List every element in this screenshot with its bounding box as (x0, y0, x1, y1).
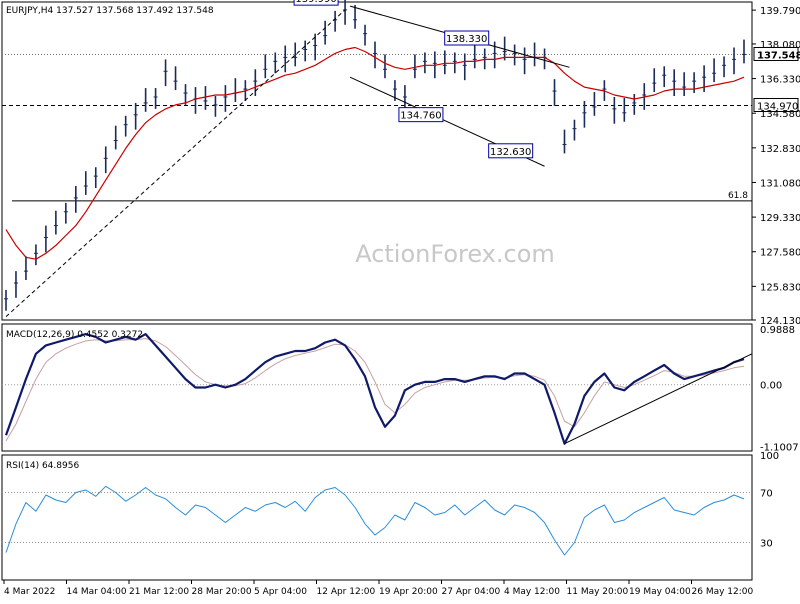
callout-label: 132.630 (490, 147, 531, 158)
chart-svg: ActionForex.com 134.970137.548139.990138… (0, 0, 800, 600)
callout-label: 138.330 (446, 34, 487, 45)
x-tick-label: 27 Apr 04:00 (442, 587, 501, 597)
x-tick-label: 26 May 12:00 (692, 587, 754, 597)
current-price-label: 137.548 (757, 50, 800, 61)
rsi-ytick-label: 100 (760, 451, 779, 462)
x-tick-label: 14 Mar 04:00 (67, 587, 127, 597)
x-tick-label: 19 Apr 20:00 (379, 587, 438, 597)
fib-618-label: 61.8 (728, 191, 748, 201)
macd-title: MACD(12,26,9) 0.4552 0.3272 (6, 330, 143, 340)
x-tick-label: 28 Mar 20:00 (192, 587, 252, 597)
watermark-text: ActionForex.com (355, 240, 555, 268)
price-ytick-label: 125.830 (760, 282, 800, 293)
rsi-ytick-label: 70 (760, 489, 773, 500)
price-ytick-label: 134.580 (760, 109, 800, 120)
chart-root: ActionForex.com 134.970137.548139.990138… (0, 0, 800, 600)
x-tick-label: 12 Apr 12:00 (317, 587, 376, 597)
callout-label: 134.760 (400, 111, 441, 122)
rsi-title: RSI(14) 64.8956 (6, 461, 79, 471)
macd-ytick-label: 0.00 (760, 381, 782, 392)
price-title: EURJPY,H4 137.527 137.568 137.492 137.54… (6, 6, 214, 16)
x-tick-label: 4 Mar 2022 (4, 587, 55, 597)
price-ytick-label: 139.790 (760, 6, 800, 17)
price-ytick-label: 136.330 (760, 75, 800, 86)
macd-ytick-label: 0.9888 (760, 325, 795, 336)
price-ytick-label: 138.080 (760, 40, 800, 51)
price-ytick-label: 127.580 (760, 248, 800, 259)
price-ytick-label: 132.830 (760, 144, 800, 155)
x-tick-label: 11 May 20:00 (567, 587, 629, 597)
x-tick-label: 4 May 12:00 (504, 587, 560, 597)
rsi-ytick-label: 30 (760, 539, 773, 550)
x-tick-label: 5 Apr 04:00 (254, 587, 307, 597)
x-tick-label: 19 May 04:00 (629, 587, 691, 597)
x-tick-label: 21 Mar 12:00 (129, 587, 189, 597)
price-ytick-label: 131.080 (760, 178, 800, 189)
callout-label: 139.990 (295, 0, 336, 5)
price-ytick-label: 129.330 (760, 213, 800, 224)
